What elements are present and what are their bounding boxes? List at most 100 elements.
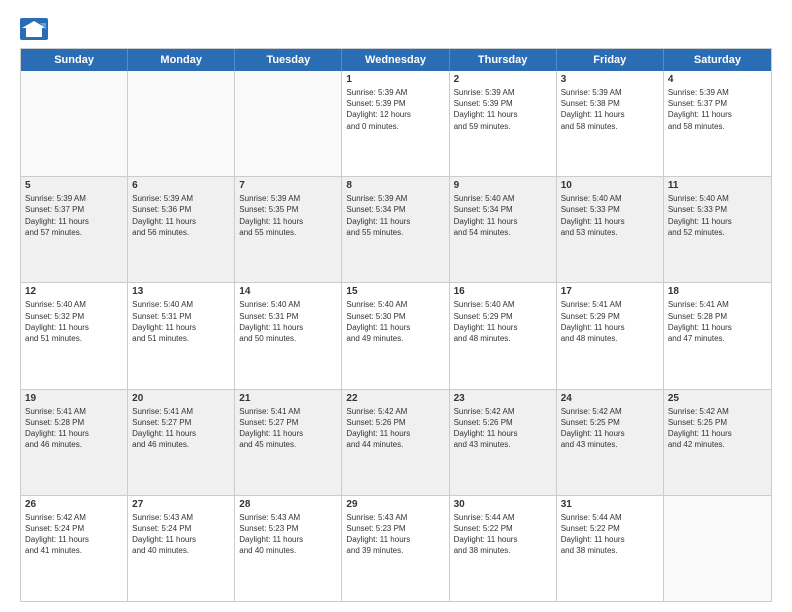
day-number: 13 bbox=[132, 286, 230, 297]
calendar-cell: 30 Sunrise: 5:44 AM Sunset: 5:22 PM Dayli… bbox=[450, 496, 557, 601]
calendar-cell: 1Sunrise: 5:39 AM Sunset: 5:39 PM Daylig… bbox=[342, 71, 449, 176]
calendar-cell: 14 Sunrise: 5:40 AM Sunset: 5:31 PM Dayli… bbox=[235, 283, 342, 388]
cell-info: Sunrise: 5:39 AM Sunset: 5:34 PM Dayligh… bbox=[346, 193, 444, 238]
calendar-cell: 2Sunrise: 5:39 AM Sunset: 5:39 PM Daylig… bbox=[450, 71, 557, 176]
day-number: 2 bbox=[454, 74, 552, 85]
calendar-cell: 31Sunrise: 5:44 AM Sunset: 5:22 PM Dayli… bbox=[557, 496, 664, 601]
calendar-cell: 23 Sunrise: 5:42 AM Sunset: 5:26 PM Dayli… bbox=[450, 390, 557, 495]
calendar-cell: 21Sunrise: 5:41 AM Sunset: 5:27 PM Dayli… bbox=[235, 390, 342, 495]
logo bbox=[20, 18, 52, 40]
logo-icon bbox=[20, 18, 48, 40]
cell-info: Sunrise: 5:40 AM Sunset: 5:30 PM Dayligh… bbox=[346, 299, 444, 344]
calendar-cell: 20 Sunrise: 5:41 AM Sunset: 5:27 PM Dayli… bbox=[128, 390, 235, 495]
calendar-cell: 24 Sunrise: 5:42 AM Sunset: 5:25 PM Dayli… bbox=[557, 390, 664, 495]
cell-info: Sunrise: 5:42 AM Sunset: 5:25 PM Dayligh… bbox=[668, 406, 767, 451]
calendar-cell: 10Sunrise: 5:40 AM Sunset: 5:33 PM Dayli… bbox=[557, 177, 664, 282]
weekday-header-friday: Friday bbox=[557, 49, 664, 71]
calendar-cell: 26 Sunrise: 5:42 AM Sunset: 5:24 PM Dayli… bbox=[21, 496, 128, 601]
cell-info: Sunrise: 5:41 AM Sunset: 5:27 PM Dayligh… bbox=[132, 406, 230, 451]
cell-info: Sunrise: 5:42 AM Sunset: 5:25 PM Dayligh… bbox=[561, 406, 659, 451]
calendar-cell: 9 Sunrise: 5:40 AM Sunset: 5:34 PM Daylig… bbox=[450, 177, 557, 282]
calendar-cell: 17Sunrise: 5:41 AM Sunset: 5:29 PM Dayli… bbox=[557, 283, 664, 388]
weekday-header-wednesday: Wednesday bbox=[342, 49, 449, 71]
calendar-cell: 22 Sunrise: 5:42 AM Sunset: 5:26 PM Dayli… bbox=[342, 390, 449, 495]
calendar-cell: 25 Sunrise: 5:42 AM Sunset: 5:25 PM Dayli… bbox=[664, 390, 771, 495]
cell-info: Sunrise: 5:41 AM Sunset: 5:27 PM Dayligh… bbox=[239, 406, 337, 451]
calendar-row-3: 19 Sunrise: 5:41 AM Sunset: 5:28 PM Dayli… bbox=[21, 390, 771, 496]
calendar-row-4: 26 Sunrise: 5:42 AM Sunset: 5:24 PM Dayli… bbox=[21, 496, 771, 601]
cell-info: Sunrise: 5:39 AM Sunset: 5:37 PM Dayligh… bbox=[668, 87, 767, 132]
calendar: SundayMondayTuesdayWednesdayThursdayFrid… bbox=[20, 48, 772, 602]
calendar-body: 1Sunrise: 5:39 AM Sunset: 5:39 PM Daylig… bbox=[21, 71, 771, 601]
cell-info: Sunrise: 5:39 AM Sunset: 5:36 PM Dayligh… bbox=[132, 193, 230, 238]
cell-info: Sunrise: 5:42 AM Sunset: 5:24 PM Dayligh… bbox=[25, 512, 123, 557]
day-number: 20 bbox=[132, 393, 230, 404]
cell-info: Sunrise: 5:40 AM Sunset: 5:31 PM Dayligh… bbox=[239, 299, 337, 344]
cell-info: Sunrise: 5:43 AM Sunset: 5:23 PM Dayligh… bbox=[239, 512, 337, 557]
day-number: 25 bbox=[668, 393, 767, 404]
calendar-cell bbox=[235, 71, 342, 176]
calendar-cell: 18 Sunrise: 5:41 AM Sunset: 5:28 PM Dayli… bbox=[664, 283, 771, 388]
weekday-header-thursday: Thursday bbox=[450, 49, 557, 71]
day-number: 5 bbox=[25, 180, 123, 191]
day-number: 14 bbox=[239, 286, 337, 297]
calendar-cell: 12 Sunrise: 5:40 AM Sunset: 5:32 PM Dayli… bbox=[21, 283, 128, 388]
day-number: 29 bbox=[346, 499, 444, 510]
day-number: 7 bbox=[239, 180, 337, 191]
cell-info: Sunrise: 5:41 AM Sunset: 5:29 PM Dayligh… bbox=[561, 299, 659, 344]
calendar-cell: 3 Sunrise: 5:39 AM Sunset: 5:38 PM Daylig… bbox=[557, 71, 664, 176]
calendar-cell: 27Sunrise: 5:43 AM Sunset: 5:24 PM Dayli… bbox=[128, 496, 235, 601]
day-number: 28 bbox=[239, 499, 337, 510]
day-number: 12 bbox=[25, 286, 123, 297]
cell-info: Sunrise: 5:40 AM Sunset: 5:33 PM Dayligh… bbox=[561, 193, 659, 238]
cell-info: Sunrise: 5:39 AM Sunset: 5:38 PM Dayligh… bbox=[561, 87, 659, 132]
calendar-row-0: 1Sunrise: 5:39 AM Sunset: 5:39 PM Daylig… bbox=[21, 71, 771, 177]
header bbox=[20, 18, 772, 40]
calendar-cell: 19 Sunrise: 5:41 AM Sunset: 5:28 PM Dayli… bbox=[21, 390, 128, 495]
calendar-header: SundayMondayTuesdayWednesdayThursdayFrid… bbox=[21, 49, 771, 71]
calendar-cell: 6 Sunrise: 5:39 AM Sunset: 5:36 PM Daylig… bbox=[128, 177, 235, 282]
calendar-cell: 8Sunrise: 5:39 AM Sunset: 5:34 PM Daylig… bbox=[342, 177, 449, 282]
calendar-cell: 5 Sunrise: 5:39 AM Sunset: 5:37 PM Daylig… bbox=[21, 177, 128, 282]
day-number: 22 bbox=[346, 393, 444, 404]
cell-info: Sunrise: 5:40 AM Sunset: 5:29 PM Dayligh… bbox=[454, 299, 552, 344]
cell-info: Sunrise: 5:42 AM Sunset: 5:26 PM Dayligh… bbox=[346, 406, 444, 451]
cell-info: Sunrise: 5:43 AM Sunset: 5:24 PM Dayligh… bbox=[132, 512, 230, 557]
day-number: 3 bbox=[561, 74, 659, 85]
cell-info: Sunrise: 5:41 AM Sunset: 5:28 PM Dayligh… bbox=[25, 406, 123, 451]
day-number: 24 bbox=[561, 393, 659, 404]
calendar-cell bbox=[664, 496, 771, 601]
cell-info: Sunrise: 5:40 AM Sunset: 5:31 PM Dayligh… bbox=[132, 299, 230, 344]
cell-info: Sunrise: 5:39 AM Sunset: 5:39 PM Dayligh… bbox=[346, 87, 444, 132]
cell-info: Sunrise: 5:40 AM Sunset: 5:34 PM Dayligh… bbox=[454, 193, 552, 238]
weekday-header-tuesday: Tuesday bbox=[235, 49, 342, 71]
day-number: 9 bbox=[454, 180, 552, 191]
day-number: 19 bbox=[25, 393, 123, 404]
day-number: 4 bbox=[668, 74, 767, 85]
cell-info: Sunrise: 5:44 AM Sunset: 5:22 PM Dayligh… bbox=[454, 512, 552, 557]
calendar-cell: 28 Sunrise: 5:43 AM Sunset: 5:23 PM Dayli… bbox=[235, 496, 342, 601]
day-number: 30 bbox=[454, 499, 552, 510]
cell-info: Sunrise: 5:41 AM Sunset: 5:28 PM Dayligh… bbox=[668, 299, 767, 344]
weekday-header-monday: Monday bbox=[128, 49, 235, 71]
cell-info: Sunrise: 5:42 AM Sunset: 5:26 PM Dayligh… bbox=[454, 406, 552, 451]
calendar-cell: 7 Sunrise: 5:39 AM Sunset: 5:35 PM Daylig… bbox=[235, 177, 342, 282]
cell-info: Sunrise: 5:39 AM Sunset: 5:35 PM Dayligh… bbox=[239, 193, 337, 238]
day-number: 6 bbox=[132, 180, 230, 191]
day-number: 23 bbox=[454, 393, 552, 404]
calendar-cell bbox=[128, 71, 235, 176]
calendar-cell: 11Sunrise: 5:40 AM Sunset: 5:33 PM Dayli… bbox=[664, 177, 771, 282]
calendar-cell: 13 Sunrise: 5:40 AM Sunset: 5:31 PM Dayli… bbox=[128, 283, 235, 388]
cell-info: Sunrise: 5:39 AM Sunset: 5:37 PM Dayligh… bbox=[25, 193, 123, 238]
calendar-cell: 16 Sunrise: 5:40 AM Sunset: 5:29 PM Dayli… bbox=[450, 283, 557, 388]
weekday-header-sunday: Sunday bbox=[21, 49, 128, 71]
day-number: 15 bbox=[346, 286, 444, 297]
cell-info: Sunrise: 5:40 AM Sunset: 5:32 PM Dayligh… bbox=[25, 299, 123, 344]
day-number: 26 bbox=[25, 499, 123, 510]
day-number: 16 bbox=[454, 286, 552, 297]
day-number: 11 bbox=[668, 180, 767, 191]
logo-area bbox=[20, 18, 52, 40]
calendar-row-2: 12 Sunrise: 5:40 AM Sunset: 5:32 PM Dayli… bbox=[21, 283, 771, 389]
day-number: 18 bbox=[668, 286, 767, 297]
calendar-cell: 29Sunrise: 5:43 AM Sunset: 5:23 PM Dayli… bbox=[342, 496, 449, 601]
